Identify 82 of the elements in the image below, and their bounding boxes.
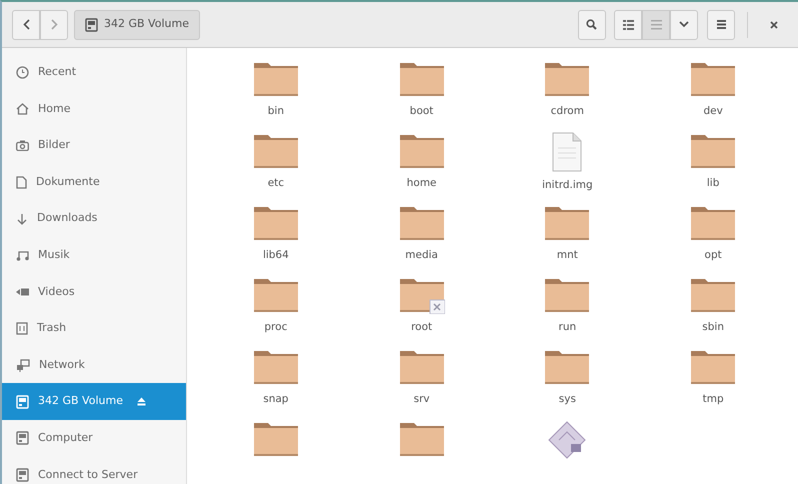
search-button[interactable] — [578, 10, 606, 40]
folder-icon — [544, 276, 590, 314]
file-name: bin — [268, 104, 284, 119]
forward-icon — [50, 19, 58, 30]
back-icon — [22, 19, 30, 30]
close-icon — [770, 20, 778, 28]
file-name: srv — [414, 392, 430, 407]
file-name: etc — [268, 176, 284, 191]
file-name: mnt — [556, 248, 578, 263]
drive-icon — [16, 468, 29, 482]
file-name: snap — [263, 392, 288, 407]
file-name: tmp — [702, 392, 724, 407]
view-options-button[interactable] — [670, 10, 698, 40]
music-icon — [16, 249, 29, 262]
folder-icon — [544, 348, 590, 386]
location-button[interactable]: 342 GB Volume — [74, 10, 200, 40]
sidebar-item[interactable]: Network — [2, 346, 186, 384]
folder-icon — [252, 276, 299, 314]
folder-icon — [690, 348, 736, 386]
drive-icon — [16, 431, 29, 446]
file-name: opt — [704, 248, 722, 263]
folder-icon — [398, 204, 445, 242]
file-name: initrd.img — [542, 178, 593, 193]
file-name: run — [558, 320, 576, 335]
sidebar-item[interactable]: Connect to Server — [2, 456, 186, 484]
folder-icon — [252, 204, 299, 242]
file-name: home — [406, 176, 437, 191]
file-name: lib — [706, 176, 720, 191]
folder-icon — [544, 60, 590, 98]
file-name: sbin — [702, 320, 724, 335]
folder-icon — [398, 132, 445, 170]
sidebar-item[interactable]: Dokumente — [2, 164, 186, 200]
drive-icon — [85, 18, 98, 32]
sidebar-item[interactable]: Downloads — [2, 200, 186, 237]
document-icon — [16, 176, 27, 189]
camera-icon — [16, 140, 29, 151]
sidebar-item[interactable]: Recent — [2, 54, 186, 91]
folder-icon — [690, 60, 736, 98]
eject-icon[interactable] — [137, 397, 146, 406]
folder-icon — [252, 60, 299, 98]
folder-icon — [398, 60, 445, 98]
download-icon — [16, 212, 28, 225]
file-name: dev — [703, 104, 723, 119]
file-name: sys — [558, 392, 576, 407]
file-name: proc — [264, 320, 288, 335]
folder-icon — [690, 276, 736, 314]
sidebar-item[interactable]: Musik — [2, 236, 186, 274]
menu-icon — [716, 20, 726, 29]
folder-icon — [690, 132, 736, 170]
sidebar-item[interactable]: 342 GB Volume — [2, 383, 186, 420]
folder-icon — [398, 348, 445, 386]
trash-icon — [16, 322, 28, 335]
video-icon — [16, 286, 29, 297]
file-name: media — [405, 248, 438, 263]
clock-icon — [16, 66, 29, 79]
folder-icon — [252, 420, 299, 458]
sidebar-item[interactable]: Videos — [2, 274, 186, 310]
sidebar-item[interactable]: Home — [2, 90, 186, 128]
folder-icon — [252, 348, 299, 386]
package-icon — [547, 420, 588, 460]
file-name: boot — [410, 104, 434, 119]
back-button[interactable] — [12, 10, 40, 40]
sidebar-item[interactable]: Bilder — [2, 127, 186, 164]
file-name: root — [411, 320, 432, 335]
home-icon — [16, 102, 29, 115]
list-icon — [622, 20, 634, 30]
folder-icon — [252, 132, 299, 170]
search-icon — [586, 19, 597, 30]
file-name: cdrom — [550, 104, 584, 119]
folder-icon — [690, 204, 736, 242]
folder-icon — [544, 204, 590, 242]
folder-icon — [398, 420, 445, 458]
sidebar-item[interactable]: Trash — [2, 310, 186, 347]
network-icon — [16, 358, 30, 372]
file-icon — [552, 132, 582, 172]
file-name: lib64 — [262, 248, 289, 263]
drive-icon — [16, 394, 29, 409]
menu-button[interactable] — [707, 10, 735, 40]
caret-icon — [679, 21, 690, 28]
locked-folder-icon — [398, 276, 445, 314]
sidebar-item[interactable]: Computer — [2, 420, 186, 457]
list-view-button[interactable] — [614, 10, 642, 40]
